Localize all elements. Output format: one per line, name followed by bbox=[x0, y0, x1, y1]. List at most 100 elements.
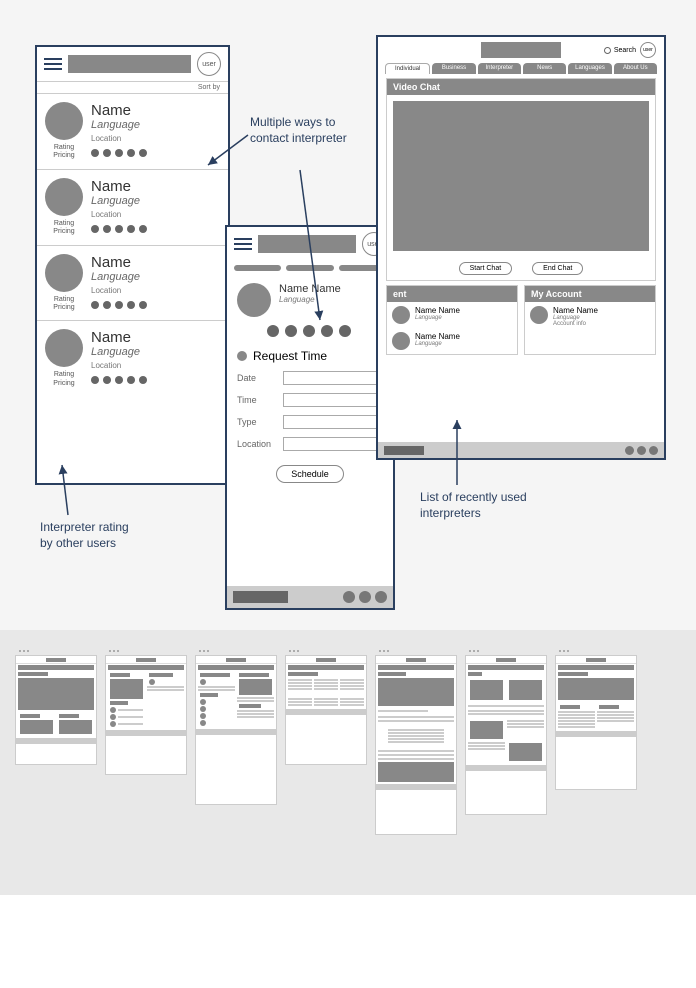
profile-name: Name Name bbox=[279, 283, 341, 295]
profile-language: Language bbox=[279, 295, 341, 304]
annotation-contact: Multiple ways to contact interpreter bbox=[250, 115, 360, 146]
rating-pricing-label: RatingPricing bbox=[53, 144, 74, 161]
thumbnail bbox=[105, 655, 187, 775]
user-avatar-button[interactable]: user bbox=[197, 52, 221, 76]
nav-individual[interactable]: Individual bbox=[385, 63, 430, 74]
thumbnail bbox=[375, 655, 457, 835]
footer-logo bbox=[233, 591, 288, 603]
main-wireframe-panel: user Sort by RatingPricing Name Language… bbox=[0, 0, 696, 630]
annotation-rating: Interpreter rating by other users bbox=[40, 520, 140, 551]
desktop-nav: Individual Business Interpreter News Lan… bbox=[378, 63, 664, 74]
search-toggle[interactable]: Search bbox=[604, 47, 636, 54]
interpreter-language: Language bbox=[91, 271, 220, 283]
contact-method-icons[interactable] bbox=[227, 325, 393, 345]
profile-header: Name Name Language bbox=[227, 275, 393, 325]
recent-language: Language bbox=[415, 341, 460, 347]
annotation-recent: List of recently used interpreters bbox=[420, 490, 540, 521]
schedule-button[interactable]: Schedule bbox=[276, 465, 344, 483]
account-item[interactable]: Name Name Language Account info bbox=[525, 302, 655, 331]
type-label: Type bbox=[237, 417, 277, 427]
recent-language: Language bbox=[415, 315, 460, 321]
date-label: Date bbox=[237, 373, 277, 383]
list-item[interactable]: RatingPricing Name Language Location bbox=[37, 170, 228, 246]
rating-pricing-label: RatingPricing bbox=[53, 371, 74, 388]
recent-title: ent bbox=[387, 286, 517, 302]
nav-business[interactable]: Business bbox=[432, 63, 475, 74]
mobile-detail-screen: user Name Name Language Request Time Dat… bbox=[225, 225, 395, 610]
hamburger-icon[interactable] bbox=[44, 58, 62, 70]
avatar-icon bbox=[530, 306, 548, 324]
location-input[interactable] bbox=[283, 437, 383, 451]
desktop-screen: Search user Individual Business Interpre… bbox=[376, 35, 666, 460]
recent-name: Name Name bbox=[415, 332, 460, 341]
nav-news[interactable]: News bbox=[523, 63, 566, 74]
recent-item[interactable]: Name NameLanguage bbox=[387, 328, 517, 354]
interpreter-location: Location bbox=[91, 361, 220, 370]
account-title: My Account bbox=[525, 286, 655, 302]
list-item[interactable]: RatingPricing Name Language Location bbox=[37, 321, 228, 396]
account-info: Account info bbox=[553, 321, 598, 327]
hamburger-icon[interactable] bbox=[234, 238, 252, 250]
recent-item[interactable]: Name NameLanguage bbox=[387, 302, 517, 328]
footer-icon[interactable] bbox=[359, 591, 371, 603]
type-input[interactable] bbox=[283, 415, 383, 429]
thumbnail bbox=[285, 655, 367, 765]
interpreter-language: Language bbox=[91, 346, 220, 358]
interpreter-name: Name bbox=[91, 329, 220, 346]
logo-placeholder bbox=[258, 235, 356, 253]
mobile-header: user bbox=[227, 227, 393, 261]
request-time-heading: Request Time bbox=[227, 345, 393, 367]
contact-icons[interactable] bbox=[91, 301, 220, 309]
interpreter-language: Language bbox=[91, 119, 220, 131]
start-chat-button[interactable]: Start Chat bbox=[459, 262, 513, 275]
thumbnail-strip bbox=[0, 630, 696, 895]
account-name: Name Name bbox=[553, 306, 598, 315]
avatar-icon bbox=[237, 283, 271, 317]
end-chat-button[interactable]: End Chat bbox=[532, 262, 583, 275]
video-chat-panel: Video Chat Start Chat End Chat bbox=[386, 78, 656, 281]
nav-interpreter[interactable]: Interpreter bbox=[478, 63, 521, 74]
user-avatar-button[interactable]: user bbox=[640, 42, 656, 58]
contact-icons[interactable] bbox=[91, 225, 220, 233]
footer-icon[interactable] bbox=[343, 591, 355, 603]
avatar-icon bbox=[392, 332, 410, 350]
interpreter-language: Language bbox=[91, 195, 220, 207]
avatar-icon bbox=[45, 178, 83, 216]
interpreter-name: Name bbox=[91, 254, 220, 271]
list-item[interactable]: RatingPricing Name Language Location bbox=[37, 246, 228, 322]
interpreter-location: Location bbox=[91, 210, 220, 219]
interpreter-location: Location bbox=[91, 134, 220, 143]
thumbnail bbox=[15, 655, 97, 765]
nav-languages[interactable]: Languages bbox=[568, 63, 611, 74]
list-item[interactable]: RatingPricing Name Language Location bbox=[37, 94, 228, 170]
thumbnail bbox=[555, 655, 637, 790]
avatar-icon bbox=[45, 254, 83, 292]
recent-panel: ent Name NameLanguage Name NameLanguage bbox=[386, 285, 518, 355]
time-input[interactable] bbox=[283, 393, 383, 407]
recent-name: Name Name bbox=[415, 306, 460, 315]
footer-logo bbox=[384, 446, 424, 455]
footer-icon[interactable] bbox=[625, 446, 634, 455]
my-account-panel: My Account Name Name Language Account in… bbox=[524, 285, 656, 355]
footer-icon[interactable] bbox=[637, 446, 646, 455]
footer-icon[interactable] bbox=[375, 591, 387, 603]
date-input[interactable] bbox=[283, 371, 383, 385]
logo-placeholder bbox=[481, 42, 561, 58]
tab-bar[interactable] bbox=[227, 261, 393, 275]
time-label: Time bbox=[237, 395, 277, 405]
thumbnail bbox=[195, 655, 277, 805]
interpreter-name: Name bbox=[91, 178, 220, 195]
sort-by-button[interactable]: Sort by bbox=[37, 81, 228, 94]
thumbnail bbox=[465, 655, 547, 815]
nav-about[interactable]: About Us bbox=[614, 63, 657, 74]
video-placeholder bbox=[393, 101, 649, 251]
avatar-icon bbox=[45, 329, 83, 367]
rating-pricing-label: RatingPricing bbox=[53, 296, 74, 313]
desktop-footer bbox=[378, 442, 664, 458]
logo-placeholder bbox=[68, 55, 191, 73]
avatar-icon bbox=[392, 306, 410, 324]
footer-icon[interactable] bbox=[649, 446, 658, 455]
video-chat-title: Video Chat bbox=[387, 79, 655, 95]
contact-icons[interactable] bbox=[91, 376, 220, 384]
contact-icons[interactable] bbox=[91, 149, 220, 157]
